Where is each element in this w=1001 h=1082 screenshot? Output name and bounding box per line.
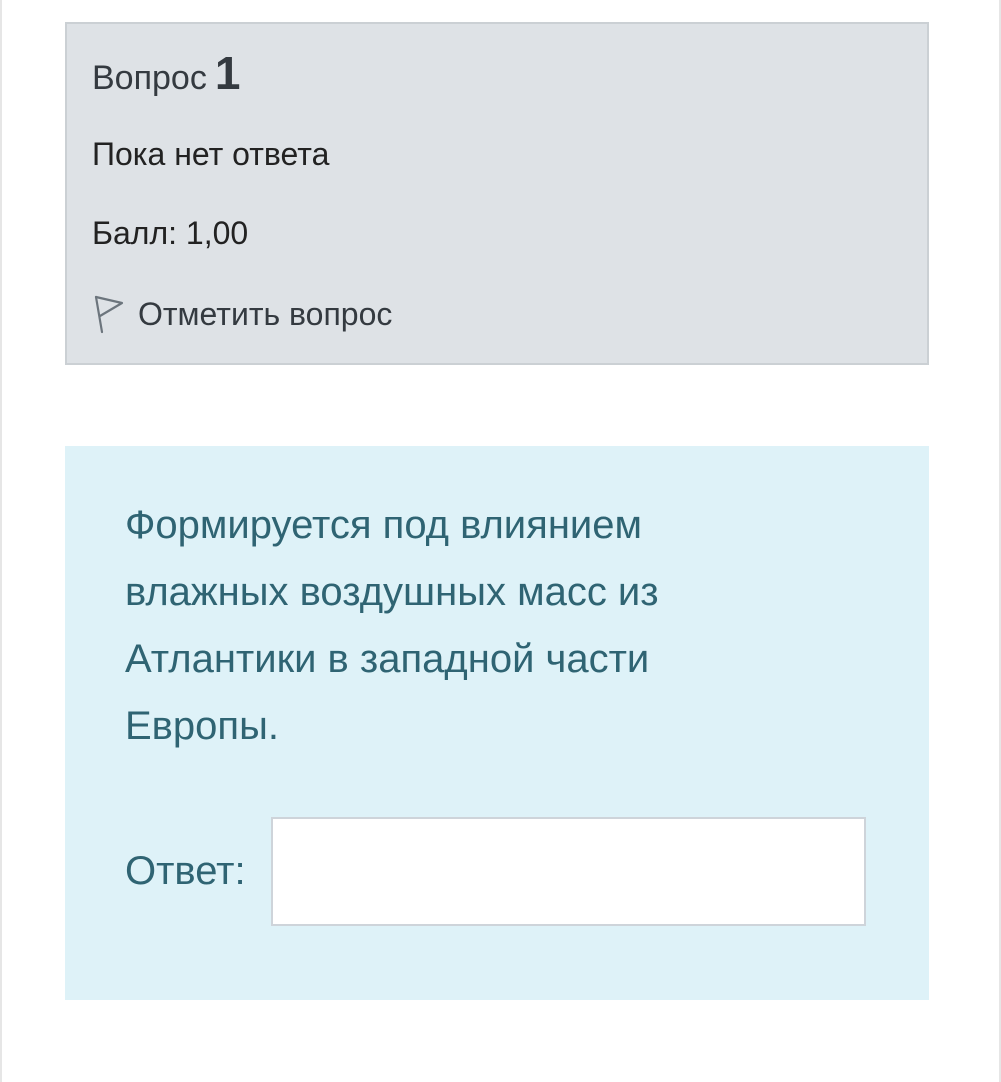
question-text: Формируется под влиянием влажных воздушн… bbox=[125, 503, 659, 748]
flag-outline-icon bbox=[92, 294, 126, 334]
question-info-panel: Вопрос 1 Пока нет ответа Балл: 1,00 Отмет… bbox=[65, 22, 929, 365]
answer-input[interactable] bbox=[271, 817, 866, 926]
flag-question-label: Отметить вопрос bbox=[138, 296, 393, 332]
question-label: Вопрос bbox=[92, 59, 207, 97]
question-content-panel: Формируется под влиянием влажных воздушн… bbox=[65, 446, 929, 1000]
answer-label: Ответ: bbox=[125, 849, 246, 893]
question-number: 1 bbox=[214, 47, 241, 99]
question-number-heading: Вопрос 1 bbox=[92, 50, 240, 96]
page-frame: Вопрос 1 Пока нет ответа Балл: 1,00 Отмет… bbox=[0, 0, 1001, 1082]
question-state: Пока нет ответа bbox=[92, 136, 330, 172]
question-grade: Балл: 1,00 bbox=[92, 215, 249, 251]
flag-question-link[interactable]: Отметить вопрос bbox=[92, 294, 392, 334]
